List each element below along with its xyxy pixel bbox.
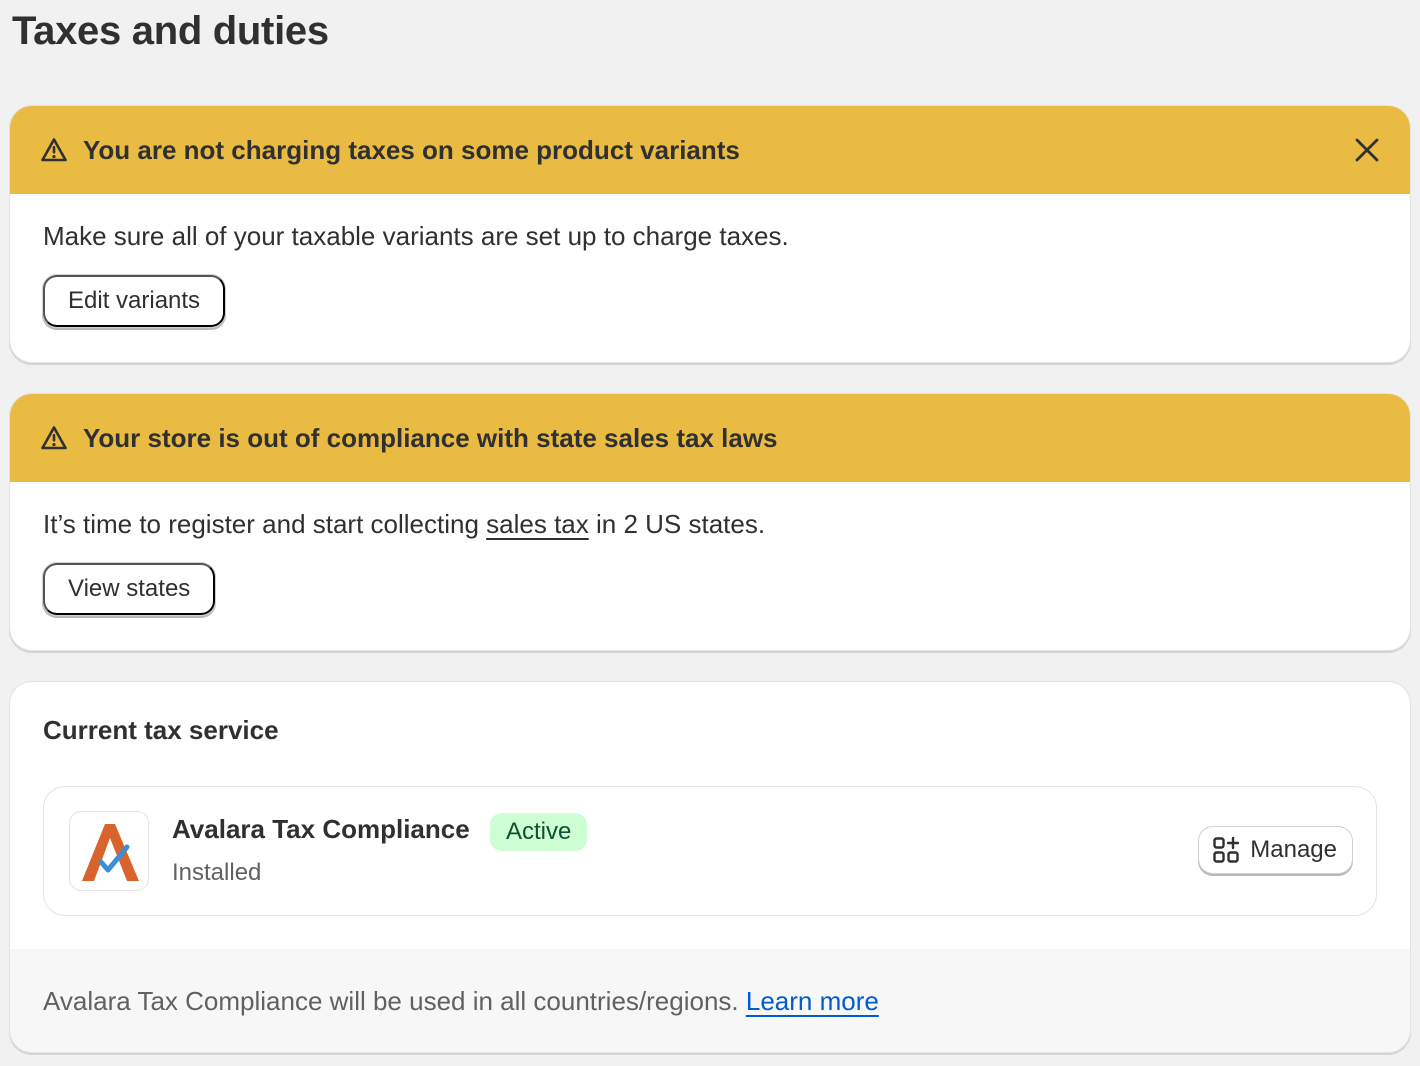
footer-text: Avalara Tax Compliance will be used in a…	[43, 986, 879, 1017]
view-states-button[interactable]: View states	[43, 563, 216, 615]
sales-tax-link[interactable]: sales tax	[486, 509, 589, 539]
install-status: Installed	[172, 859, 262, 886]
avalara-logo	[69, 811, 149, 891]
avalara-logo-icon	[82, 824, 139, 881]
banner-header: Your store is out of compliance with sta…	[10, 394, 1410, 482]
banner-title: You are not charging taxes on some produ…	[83, 135, 740, 165]
banner-message: It’s time to register and start collecti…	[43, 509, 765, 540]
status-badge: Active	[490, 813, 588, 851]
apps-icon	[1213, 836, 1240, 863]
banner-header: You are not charging taxes on some produ…	[10, 106, 1410, 194]
section-title: Current tax service	[43, 715, 279, 745]
close-icon[interactable]	[1352, 135, 1382, 165]
learn-more-link[interactable]: Learn more	[746, 986, 879, 1016]
app-name: Avalara Tax Compliance	[172, 814, 470, 844]
banner-message-end: in 2 US states.	[588, 509, 766, 539]
warning-icon	[41, 138, 67, 162]
warning-icon	[41, 426, 67, 450]
tax-service-footer: Avalara Tax Compliance will be used in a…	[10, 949, 1410, 1052]
banner-message: Make sure all of your taxable variants a…	[43, 221, 789, 251]
current-tax-service-card: Current tax service Avalara Tax Complian…	[10, 682, 1410, 1052]
manage-label: Manage	[1250, 836, 1337, 863]
tax-app-row: Avalara Tax Compliance Active Installed …	[43, 786, 1377, 916]
edit-variants-button[interactable]: Edit variants	[43, 275, 226, 327]
banner-title: Your store is out of compliance with sta…	[83, 423, 778, 453]
footer-message: Avalara Tax Compliance will be used in a…	[43, 986, 746, 1016]
banner-message-start: It’s time to register and start collecti…	[43, 509, 487, 539]
manage-button[interactable]: Manage	[1199, 827, 1352, 873]
tax-variants-banner: You are not charging taxes on some produ…	[10, 106, 1410, 362]
sales-tax-compliance-banner: Your store is out of compliance with sta…	[10, 394, 1410, 650]
page-title: Taxes and duties	[12, 9, 329, 53]
